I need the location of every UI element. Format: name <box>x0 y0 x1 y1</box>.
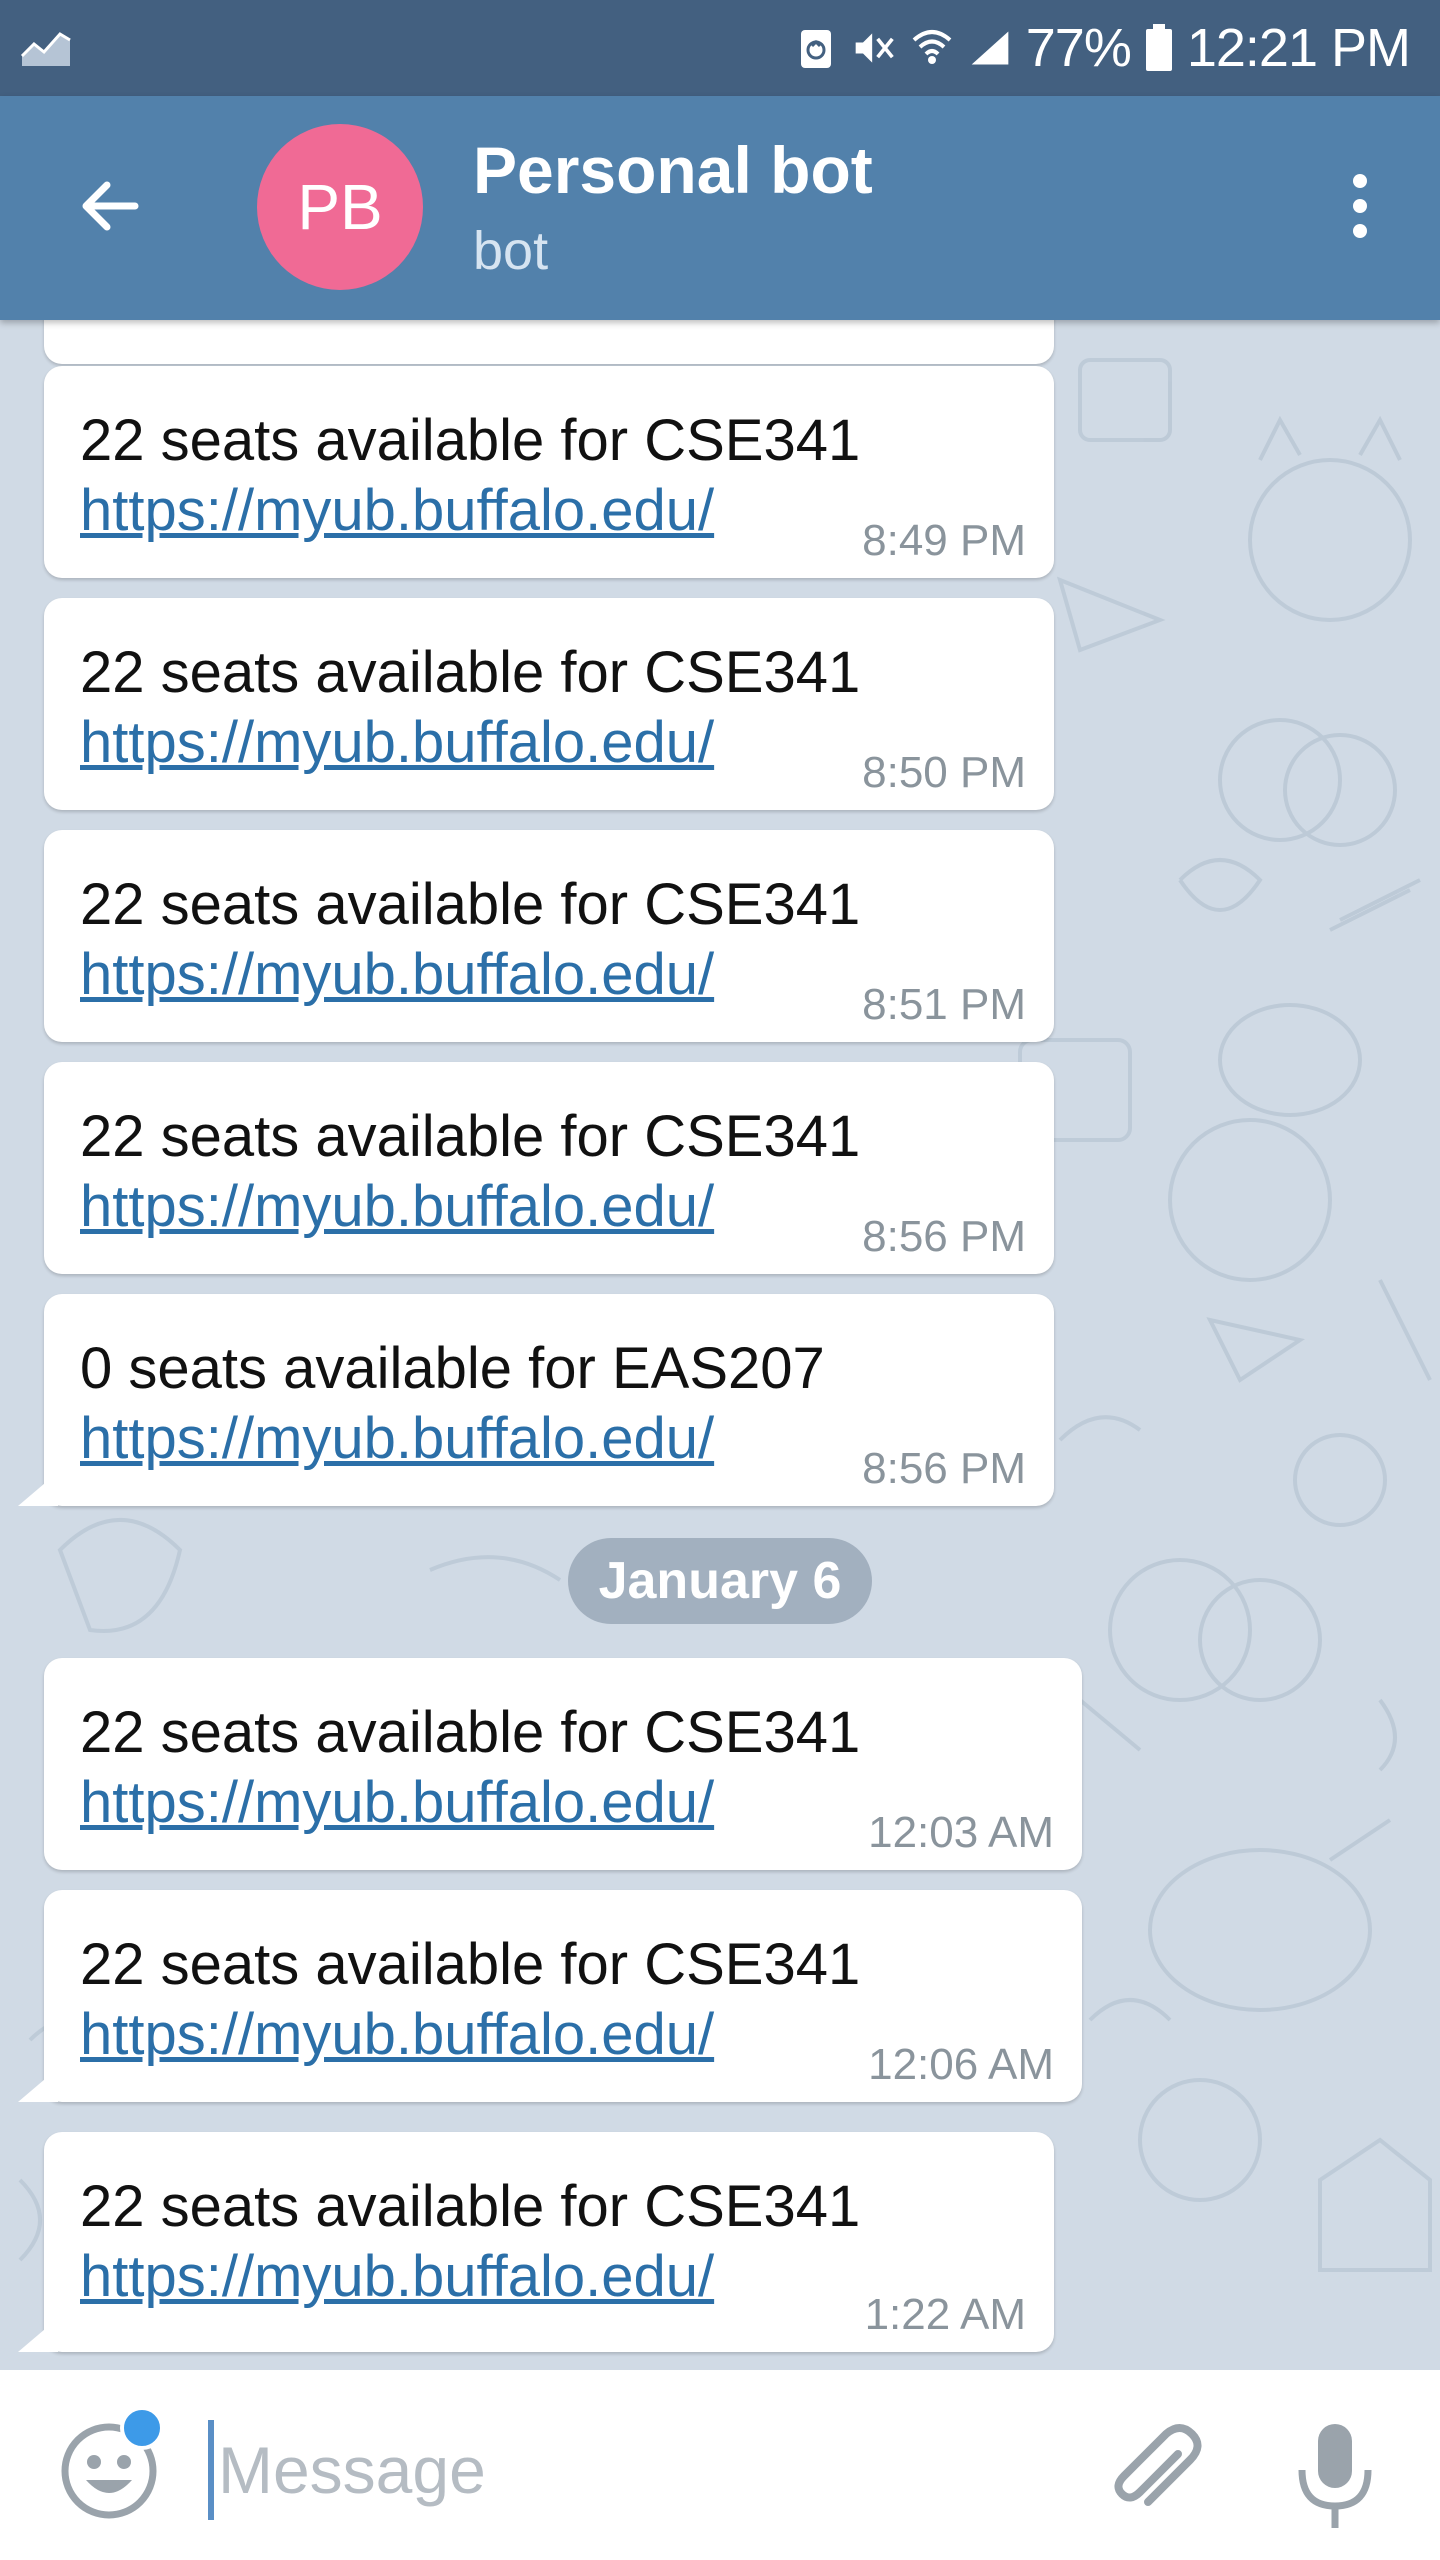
vibrate-off-icon <box>852 26 896 70</box>
message-bubble[interactable]: 22 seats available for CSE341 https://my… <box>44 1658 1082 1870</box>
message-link[interactable]: https://myub.buffalo.edu/ <box>80 1404 714 1474</box>
message-composer <box>0 2370 1440 2560</box>
message-time: 8:56 PM <box>862 1444 1026 1493</box>
chat-title[interactable]: Personal bot <box>473 132 873 208</box>
message-time: 8:50 PM <box>862 748 1026 797</box>
telegram-chat-screen: 77% 12:21 PM PB Personal bot bot 22 seat… <box>0 0 1440 2560</box>
message-bubble[interactable]: 22 seats available for CSE341 https://my… <box>44 1062 1054 1274</box>
message-text: 22 seats available for CSE341 <box>80 2174 861 2239</box>
message-time: 8:49 PM <box>862 516 1026 565</box>
battery-percent: 77% <box>1025 18 1132 78</box>
message-bubble[interactable]: 22 seats available for CSE341 https://my… <box>44 366 1054 578</box>
message-link[interactable]: https://myub.buffalo.edu/ <box>80 476 714 546</box>
message-bubble[interactable]: 0 seats available for EAS207 https://myu… <box>44 1294 1054 1506</box>
message-link[interactable]: https://myub.buffalo.edu/ <box>80 708 714 778</box>
message-bubble[interactable]: 22 seats available for CSE341 https://my… <box>44 1890 1082 2102</box>
message-bubble-partial[interactable] <box>44 320 1054 364</box>
message-time: 8:51 PM <box>862 980 1026 1029</box>
message-link[interactable]: https://myub.buffalo.edu/ <box>80 2000 714 2070</box>
message-link[interactable]: https://myub.buffalo.edu/ <box>80 2242 714 2312</box>
message-time: 8:56 PM <box>862 1212 1026 1261</box>
status-bar: 77% 12:21 PM <box>0 0 1440 96</box>
arrow-left-icon <box>82 181 139 231</box>
message-text: 22 seats available for CSE341 <box>80 1700 861 1765</box>
battery-icon <box>1145 24 1173 72</box>
date-separator: January 6 <box>568 1538 872 1624</box>
activity-icon <box>20 26 72 70</box>
notification-dot <box>120 2406 164 2450</box>
message-bubble[interactable]: 22 seats available for CSE341 https://my… <box>44 598 1054 810</box>
message-text: 22 seats available for CSE341 <box>80 640 861 705</box>
microphone-icon <box>1298 2424 1372 2528</box>
more-vertical-icon <box>1353 174 1367 238</box>
message-text: 22 seats available for CSE341 <box>80 1104 861 1169</box>
more-options-button[interactable] <box>1310 156 1410 256</box>
message-bubble[interactable]: 22 seats available for CSE341 https://my… <box>44 2132 1054 2352</box>
message-text: 0 seats available for EAS207 <box>80 1336 825 1401</box>
signal-icon <box>968 26 1012 70</box>
avatar[interactable]: PB <box>257 124 423 290</box>
message-text: 22 seats available for CSE341 <box>80 872 861 937</box>
message-time: 1:22 AM <box>864 2290 1026 2339</box>
status-icons: 77% 12:21 PM <box>794 0 1411 96</box>
message-link[interactable]: https://myub.buffalo.edu/ <box>80 940 714 1010</box>
message-link[interactable]: https://myub.buffalo.edu/ <box>80 1768 714 1838</box>
recycle-icon <box>794 26 838 70</box>
message-bubble[interactable]: 22 seats available for CSE341 https://my… <box>44 830 1054 1042</box>
back-button[interactable] <box>60 156 160 256</box>
message-link[interactable]: https://myub.buffalo.edu/ <box>80 1172 714 1242</box>
paperclip-icon <box>1114 2424 1202 2506</box>
message-time: 12:06 AM <box>868 2040 1054 2089</box>
message-text: 22 seats available for CSE341 <box>80 408 861 473</box>
attach-button[interactable] <box>1100 2420 1210 2530</box>
message-time: 12:03 AM <box>868 1808 1054 1857</box>
voice-record-button[interactable] <box>1280 2416 1390 2536</box>
chat-header: PB Personal bot bot <box>0 96 1440 320</box>
message-input[interactable] <box>208 2420 1028 2520</box>
message-list[interactable]: 22 seats available for CSE341 https://my… <box>0 320 1440 2370</box>
chat-subtitle: bot <box>473 221 549 281</box>
status-time: 12:21 PM <box>1186 18 1411 78</box>
message-text: 22 seats available for CSE341 <box>80 1932 861 1997</box>
wifi-icon <box>910 26 954 70</box>
